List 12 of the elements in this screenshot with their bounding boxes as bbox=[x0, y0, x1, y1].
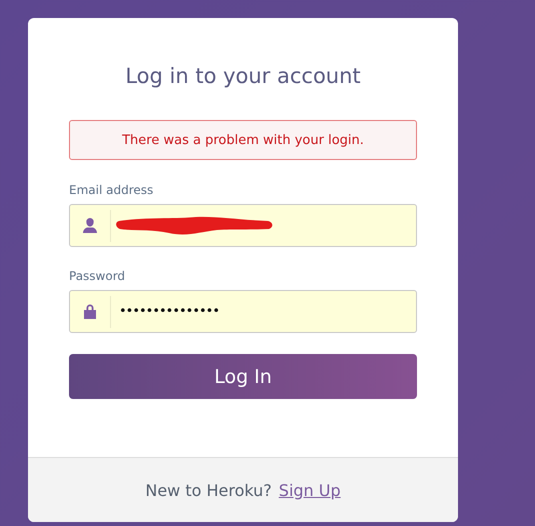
password-value: ••••••••••••••• bbox=[118, 304, 220, 319]
person-icon bbox=[83, 218, 97, 233]
login-button[interactable]: Log In bbox=[69, 354, 417, 399]
page-title: Log in to your account bbox=[124, 63, 362, 90]
field-label: Password bbox=[69, 269, 126, 284]
padlock-icon bbox=[84, 304, 96, 319]
email-field[interactable] bbox=[69, 204, 417, 247]
password-field[interactable]: ••••••••••••••• bbox=[69, 290, 417, 333]
signup-link[interactable]: Sign Up bbox=[278, 480, 341, 500]
error-message: There was a problem with your login. bbox=[69, 120, 417, 160]
field-label: Email address bbox=[69, 183, 154, 198]
signup-prompt: New to Heroku? bbox=[145, 480, 272, 500]
